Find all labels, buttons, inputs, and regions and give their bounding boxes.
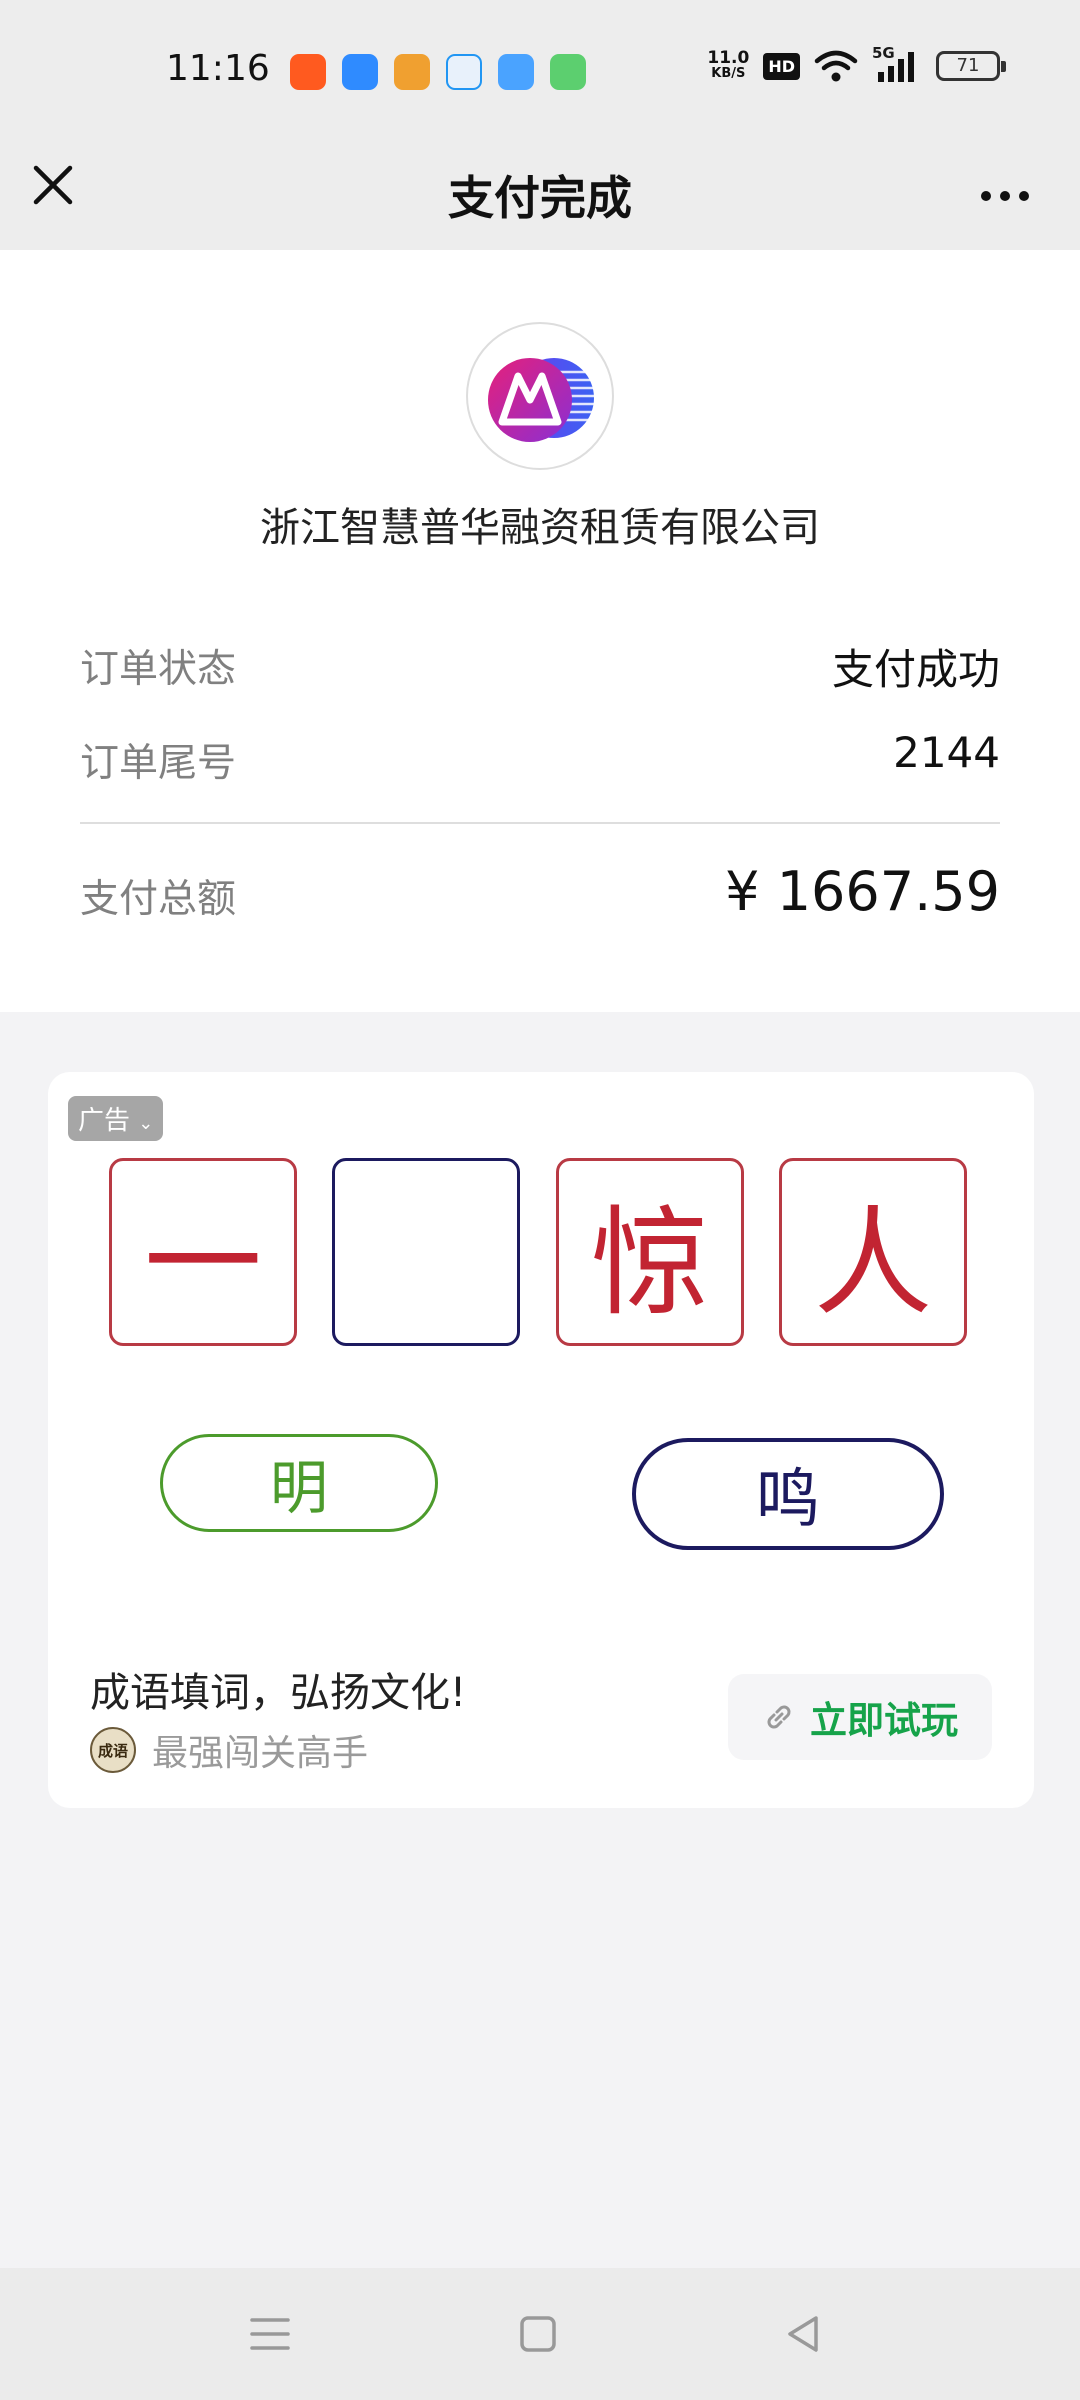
network-speed: 11.0 KB/S: [707, 50, 749, 82]
ad-card[interactable]: 广告 ⌄ 一 惊 人 明 鸣 成语填词，弘扬文化! 成语 最强闯关高手 立即试玩: [48, 1072, 1034, 1808]
files-app-icon: [342, 54, 378, 90]
ad-source: 成语 最强闯关高手: [90, 1724, 368, 1776]
merchant-logo-icon: [466, 322, 614, 470]
try-now-label: 立即试玩: [810, 1699, 958, 1742]
back-icon[interactable]: [780, 2310, 828, 2358]
answer-option-2[interactable]: 鸣: [632, 1438, 944, 1550]
total-amount-value: ¥ 1667.59: [725, 860, 1000, 923]
idiom-char-1: 一: [109, 1158, 297, 1346]
battery-icon: 71: [936, 51, 1006, 81]
total-amount-label: 支付总额: [80, 877, 237, 922]
divider: [80, 822, 1000, 824]
idiom-char-3: 惊: [556, 1158, 744, 1346]
page-title: 支付完成: [448, 171, 632, 225]
cellular-signal-icon: 5G: [872, 44, 922, 84]
dot-icon: [1000, 191, 1010, 201]
order-number-label: 订单尾号: [80, 741, 237, 786]
order-status-label: 订单状态: [80, 647, 237, 692]
merchant-name: 浙江智慧普华融资租赁有限公司: [260, 505, 820, 551]
weather-app-icon: [498, 54, 534, 90]
link-icon: [767, 1705, 791, 1729]
wifi-icon: [814, 50, 858, 82]
payment-receipt: 浙江智慧普华融资租赁有限公司 订单状态 支付成功 订单尾号 2144 支付总额 …: [0, 250, 1080, 1012]
try-now-button[interactable]: 立即试玩: [728, 1674, 992, 1760]
taobao-app-icon: [290, 54, 326, 90]
dot-icon: [981, 191, 991, 201]
order-number-value: 2144: [893, 728, 1000, 777]
status-bar: 11:16 11.0 KB/S HD 5G 71: [0, 0, 1080, 140]
source-avatar: 成语: [90, 1727, 136, 1773]
ad-title: 成语填词，弘扬文化!: [90, 1670, 467, 1716]
ad-badge[interactable]: 广告 ⌄: [68, 1096, 164, 1141]
network-speed-unit: KB/S: [711, 66, 746, 81]
idiom-blank-slot[interactable]: [332, 1158, 520, 1346]
dot-icon: [1019, 191, 1029, 201]
home-icon[interactable]: [514, 2310, 562, 2358]
menu-icon[interactable]: [246, 2310, 294, 2358]
ad-badge-label: 广告: [78, 1106, 131, 1136]
notification-icons: [290, 54, 586, 90]
source-name: 最强闯关高手: [152, 1733, 369, 1774]
idiom-char-4: 人: [779, 1158, 967, 1346]
system-nav-bar: [0, 2268, 1080, 2400]
chevron-down-icon: ⌄: [138, 1113, 154, 1134]
store-app-icon: [550, 54, 586, 90]
search-app-icon: [446, 54, 482, 90]
order-status-value: 支付成功: [831, 645, 1000, 694]
network-speed-value: 11.0: [707, 48, 750, 68]
more-options-button[interactable]: [970, 168, 1040, 224]
answer-option-1[interactable]: 明: [160, 1434, 438, 1532]
status-indicators: 11.0 KB/S HD 5G 71: [707, 44, 1006, 84]
nav-bar: 支付完成: [0, 140, 1080, 250]
wallet-app-icon: [394, 54, 430, 90]
hd-icon: HD: [763, 52, 800, 80]
status-time: 11:16: [166, 48, 270, 89]
